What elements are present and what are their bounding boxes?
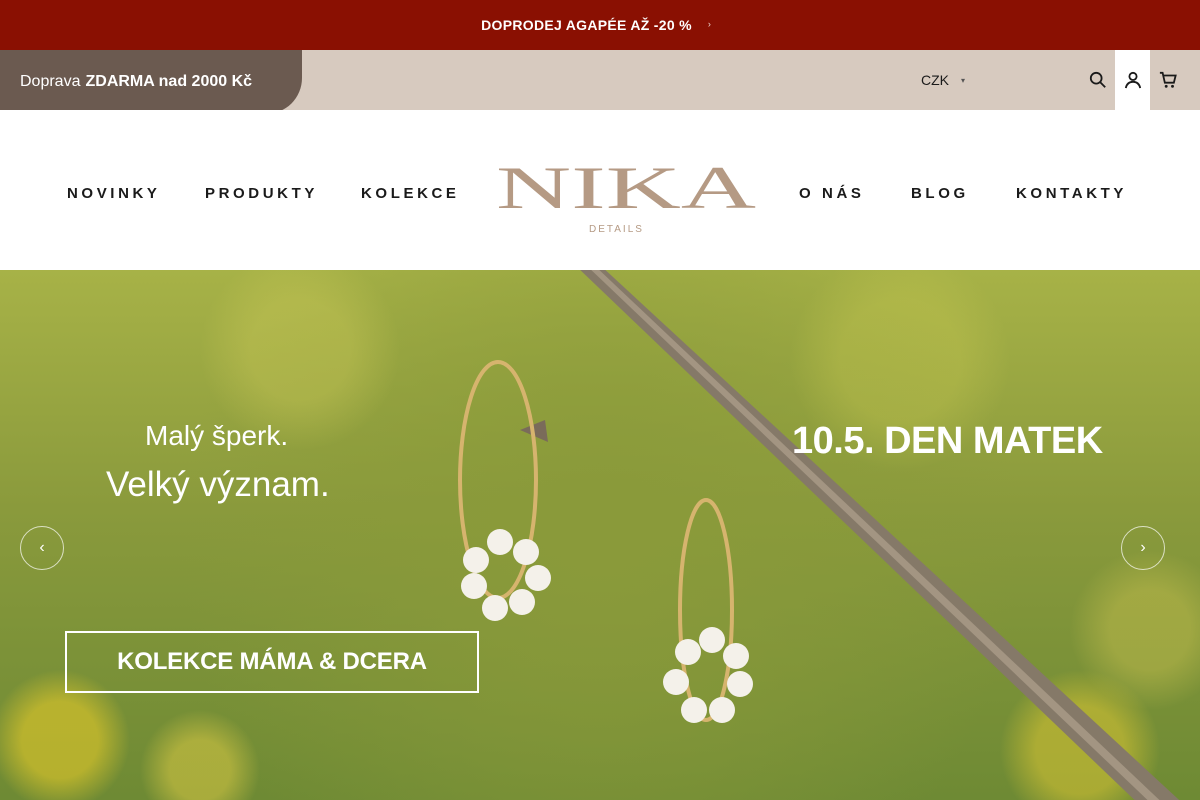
nav-item-blog[interactable]: BLOG bbox=[911, 185, 969, 202]
shipping-banner: Doprava ZDARMA nad 2000 Kč bbox=[0, 50, 302, 114]
user-icon bbox=[1124, 71, 1141, 89]
chevron-right-icon: › bbox=[707, 19, 711, 29]
slider-next-button[interactable]: › bbox=[1121, 526, 1165, 570]
promo-bar[interactable]: DOPRODEJ AGAPÉE AŽ -20 % › bbox=[0, 0, 1200, 50]
main-header: NOVINKY PRODUKTY KOLEKCE NIKA DETAILS O … bbox=[0, 110, 1200, 270]
utility-bar: Doprava ZDARMA nad 2000 Kč CZK ▾ bbox=[0, 50, 1200, 114]
chevron-left-icon: ‹ bbox=[39, 539, 45, 556]
hero-tagline-line2: Velký význam. bbox=[106, 465, 330, 504]
nav-item-kolekce[interactable]: KOLEKCE bbox=[361, 185, 460, 202]
shipping-highlight: ZDARMA nad 2000 Kč bbox=[85, 73, 253, 90]
nav-item-kontakty[interactable]: KONTAKTY bbox=[1016, 185, 1127, 202]
nav-item-novinky[interactable]: NOVINKY bbox=[67, 185, 161, 202]
hero-slider[interactable]: Malý šperk. Velký význam. 10.5. DEN MATE… bbox=[0, 270, 1200, 800]
currency-selector[interactable]: CZK ▾ bbox=[921, 50, 965, 110]
chevron-right-icon: › bbox=[1140, 539, 1146, 556]
account-button[interactable] bbox=[1115, 50, 1150, 110]
hero-tagline-line1: Malý šperk. bbox=[145, 420, 289, 451]
hero-cta-button[interactable]: KOLEKCE MÁMA & DCERA bbox=[65, 631, 479, 693]
nav-item-produkty[interactable]: PRODUKTY bbox=[205, 185, 318, 202]
search-button[interactable] bbox=[1080, 50, 1115, 110]
logo[interactable]: NIKA DETAILS bbox=[496, 158, 758, 238]
currency-value: CZK bbox=[921, 72, 949, 88]
hero-date-headline: 10.5. DEN MATEK bbox=[792, 420, 1103, 462]
hero-image-earrings bbox=[458, 270, 1180, 800]
chevron-down-icon: ▾ bbox=[961, 75, 966, 85]
search-icon bbox=[1089, 71, 1106, 88]
slider-prev-button[interactable]: ‹ bbox=[20, 526, 64, 570]
nav-item-o-nas[interactable]: O NÁS bbox=[799, 185, 865, 202]
logo-tagline: DETAILS bbox=[589, 224, 644, 235]
cart-icon bbox=[1159, 71, 1177, 88]
logo-wordmark: NIKA bbox=[496, 158, 756, 221]
shipping-prefix: Doprava bbox=[20, 73, 81, 90]
promo-text[interactable]: DOPRODEJ AGAPÉE AŽ -20 % bbox=[481, 17, 692, 33]
cart-button[interactable] bbox=[1150, 50, 1185, 110]
utility-icons bbox=[1080, 50, 1185, 110]
